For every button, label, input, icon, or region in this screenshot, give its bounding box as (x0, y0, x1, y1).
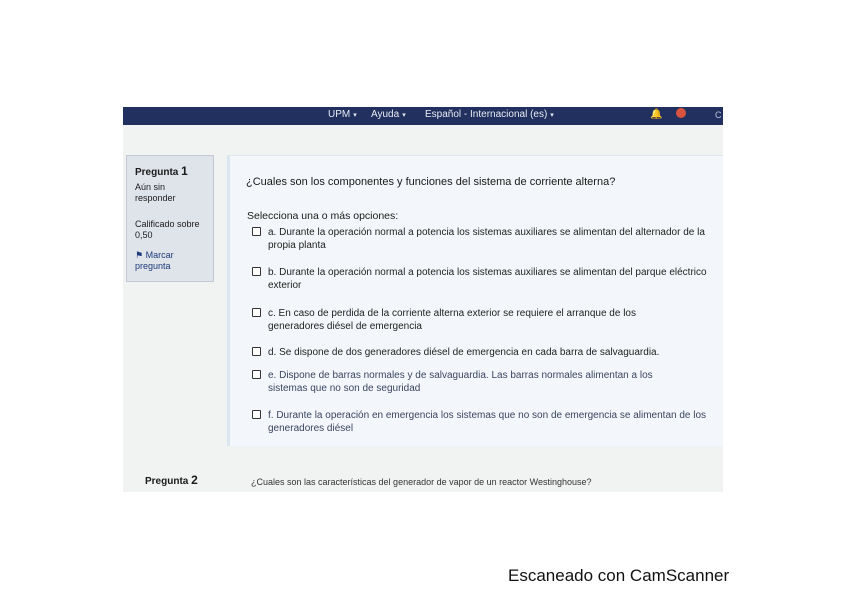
option-c[interactable]: c. En caso de perdida de la corriente al… (252, 307, 682, 333)
next-question-text: ¿Cuales son las características del gene… (251, 477, 592, 487)
top-navbar: UPM ▾ Ayuda ▾ Español - Internacional (es)… (123, 107, 723, 125)
option-checkbox[interactable] (252, 410, 261, 419)
question-status: Aún sin responder (135, 182, 176, 203)
quiz-screenshot-photo: UPM ▾ Ayuda ▾ Español - Internacional (es)… (123, 107, 723, 492)
flag-question-button[interactable]: ⚑ Marcar pregunta (135, 250, 209, 272)
option-checkbox[interactable] (252, 267, 261, 276)
question-content-box: ¿Cuales son los componentes y funciones … (227, 155, 723, 446)
option-b[interactable]: b. Durante la operación normal a potenci… (252, 266, 714, 292)
chevron-down-icon: ▾ (402, 112, 406, 119)
option-checkbox[interactable] (252, 308, 261, 317)
option-d[interactable]: d. Se dispone de dos generadores diésel … (252, 346, 712, 359)
messages-icon[interactable] (676, 108, 686, 118)
question-number: Pregunta 1 (135, 164, 188, 178)
option-checkbox[interactable] (252, 370, 261, 379)
chevron-down-icon: ▾ (353, 112, 357, 119)
question-text: ¿Cuales son los componentes y funciones … (246, 176, 616, 188)
user-menu-fragment[interactable]: C (715, 110, 722, 120)
flag-icon: ⚑ (135, 250, 144, 260)
nav-menu-language[interactable]: Español - Internacional (es) ▾ (425, 109, 554, 120)
next-question-number: Pregunta 2 (145, 473, 198, 487)
nav-menu-upm[interactable]: UPM ▾ (328, 109, 357, 120)
answer-prompt: Selecciona una o más opciones: (247, 210, 399, 222)
option-f[interactable]: f. Durante la operación en emergencia lo… (252, 409, 712, 435)
nav-menu-help[interactable]: Ayuda ▾ (371, 109, 406, 120)
option-checkbox[interactable] (252, 347, 261, 356)
option-e[interactable]: e. Dispone de barras normales y de salva… (252, 369, 682, 395)
option-a[interactable]: a. Durante la operación normal a potenci… (252, 226, 723, 252)
chevron-down-icon: ▾ (550, 112, 554, 119)
option-checkbox[interactable] (252, 227, 261, 236)
question-grade: Calificado sobre 0,50 (135, 219, 200, 240)
camscanner-watermark: Escaneado con CamScanner (508, 566, 730, 585)
bell-icon[interactable]: 🔔 (650, 109, 662, 120)
question-info-block: Pregunta 1 Aún sin responder Calificado … (126, 155, 214, 282)
